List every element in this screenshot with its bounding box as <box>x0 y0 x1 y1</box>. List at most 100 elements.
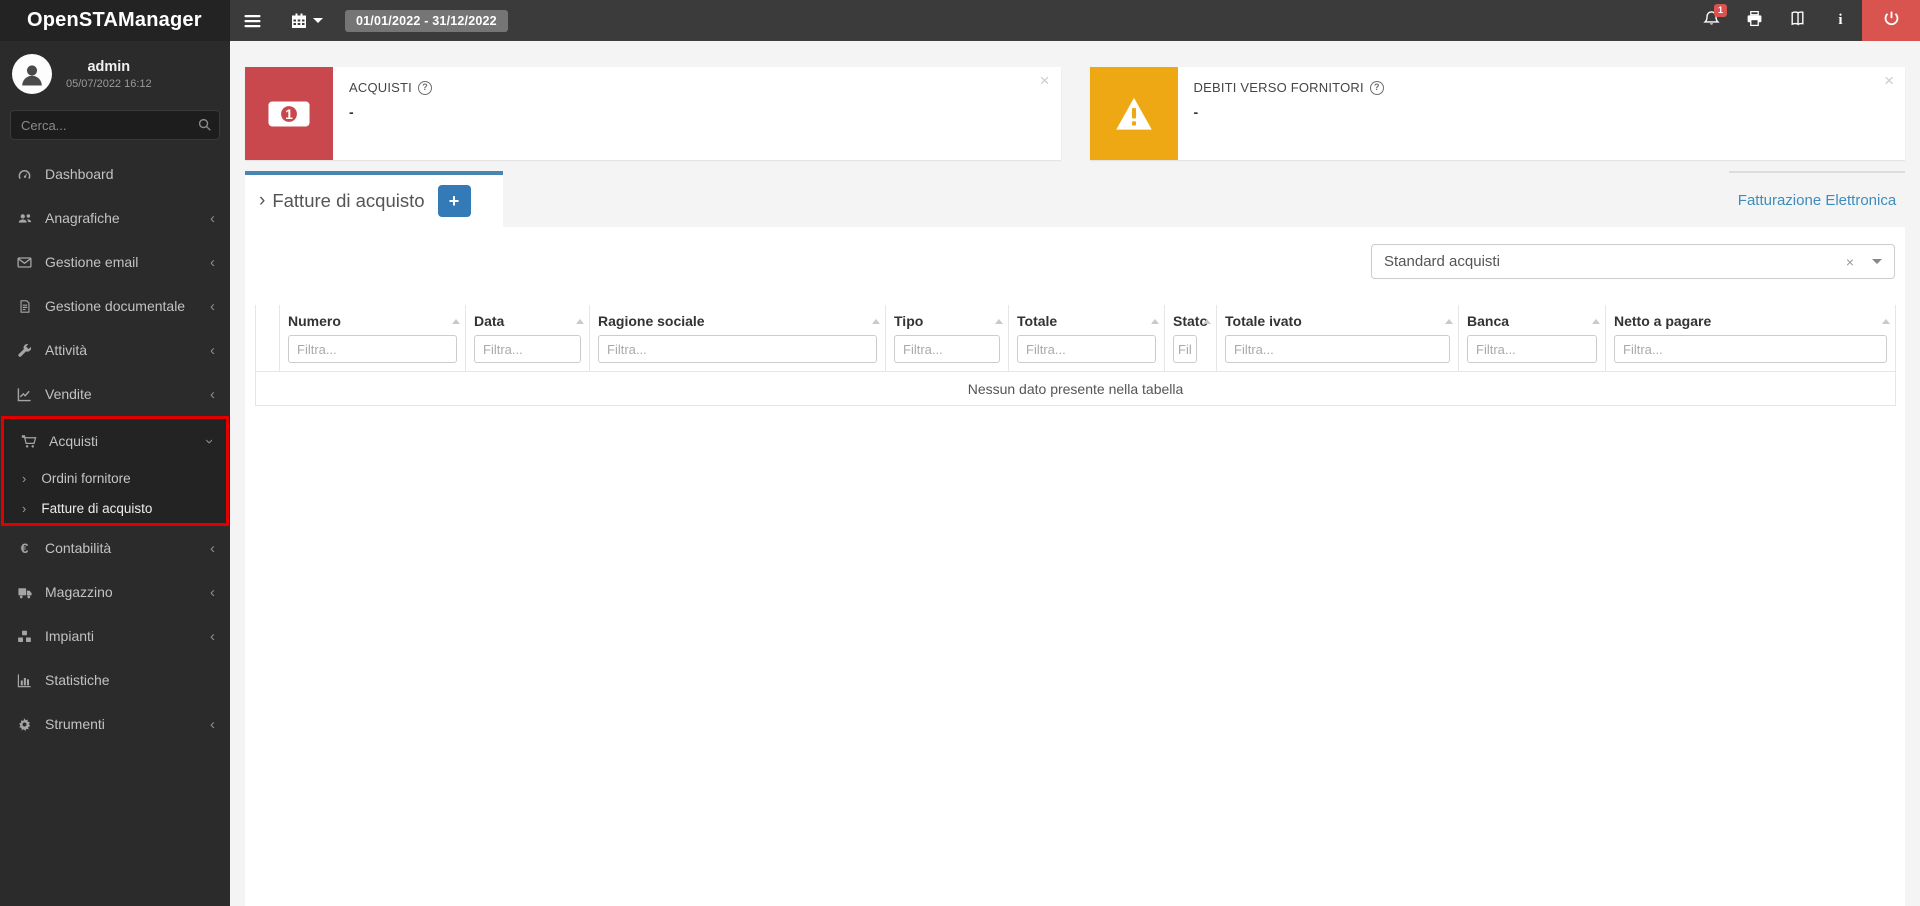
filter-input-stato[interactable] <box>1173 335 1197 364</box>
filter-input-ragione-sociale[interactable] <box>598 335 877 364</box>
column-header-ragione-sociale[interactable]: Ragione sociale <box>589 305 886 373</box>
column-header-numero[interactable]: Numero <box>279 305 466 373</box>
print-button[interactable] <box>1733 0 1776 41</box>
gear-icon <box>15 717 34 732</box>
docs-button[interactable] <box>1776 0 1819 41</box>
user-panel: admin 05/07/2022 16:12 <box>0 41 230 104</box>
envelope-icon <box>15 255 34 270</box>
sort-asc-icon[interactable] <box>1203 319 1211 324</box>
add-invoice-button[interactable]: + <box>437 185 471 217</box>
sidebar-item-vendite[interactable]: Vendite ‹ <box>0 372 230 416</box>
sidebar-item-magazzino[interactable]: Magazzino ‹ <box>0 570 230 614</box>
close-icon[interactable]: × <box>1040 71 1050 91</box>
empty-row: Nessun dato presente nella tabella <box>255 371 1896 407</box>
sidebar-item-label: Acquisti <box>49 433 99 449</box>
sidebar-item-label: Gestione email <box>45 254 139 270</box>
chevron-left-icon: ‹ <box>210 627 215 645</box>
info-button[interactable]: i <box>1819 0 1862 41</box>
filter-input-data[interactable] <box>474 335 581 364</box>
sidebar-item-gestione-documentale[interactable]: Gestione documentale ‹ <box>0 284 230 328</box>
sort-asc-icon[interactable] <box>995 319 1003 324</box>
notifications-button[interactable]: 1 <box>1690 0 1733 41</box>
date-picker-button[interactable] <box>275 0 329 41</box>
sidebar-item-label: Statistiche <box>45 672 110 688</box>
sidebar: admin 05/07/2022 16:12 Dashboard Anagraf… <box>0 41 230 906</box>
printer-icon <box>1746 10 1763 32</box>
money-bill-icon: 1 <box>245 67 333 160</box>
main-content: 1 ACQUISTI ? - × DEBITI VERSO FORNITORI … <box>230 41 1920 906</box>
sidebar-toggle-button[interactable] <box>230 0 275 41</box>
sidebar-item-impianti[interactable]: Impianti ‹ <box>0 614 230 658</box>
search-icon[interactable] <box>197 117 212 137</box>
sidebar-item-attivita[interactable]: Attività ‹ <box>0 328 230 372</box>
column-label: Data <box>474 313 505 329</box>
filter-input-numero[interactable] <box>288 335 457 364</box>
book-icon <box>1789 10 1806 32</box>
infobox-value: - <box>1193 104 1199 120</box>
sidebar-item-label: Contabilità <box>45 540 112 556</box>
column-label: Ragione sociale <box>598 313 705 329</box>
sidebar-search <box>10 110 220 140</box>
sidebar-item-acquisti[interactable]: Acquisti ‹ <box>4 419 226 463</box>
tab-fatturazione-elettronica[interactable]: Fatturazione Elettronica <box>1729 171 1905 227</box>
sidebar-item-strumenti[interactable]: Strumenti ‹ <box>0 702 230 746</box>
filter-input-netto-a-pagare[interactable] <box>1614 335 1887 364</box>
sort-asc-icon[interactable] <box>1882 319 1890 324</box>
sort-asc-icon[interactable] <box>1151 319 1159 324</box>
filter-input-totale-ivato[interactable] <box>1225 335 1450 364</box>
column-header-netto-a-pagare[interactable]: Netto a pagare <box>1605 305 1896 373</box>
sidebar-item-label: Anagrafiche <box>45 210 120 226</box>
column-header-banca[interactable]: Banca <box>1458 305 1606 373</box>
column-header-data[interactable]: Data <box>465 305 590 373</box>
logout-button[interactable] <box>1862 0 1920 41</box>
truck-icon <box>15 585 34 600</box>
column-header-totale[interactable]: Totale <box>1008 305 1165 373</box>
sort-asc-icon[interactable] <box>872 319 880 324</box>
chevron-left-icon: ‹ <box>210 341 215 359</box>
filter-input-tipo[interactable] <box>894 335 1000 364</box>
column-header-tipo[interactable]: Tipo <box>885 305 1009 373</box>
sidebar-item-statistiche[interactable]: Statistiche <box>0 658 230 702</box>
filter-input-banca[interactable] <box>1467 335 1597 364</box>
caret-down-icon <box>313 18 323 23</box>
sidebar-subitem-ordini-fornitore[interactable]: › Ordini fornitore <box>4 463 226 493</box>
avatar[interactable] <box>12 54 52 94</box>
sidebar-item-contabilita[interactable]: € Contabilità ‹ <box>0 526 230 570</box>
sort-asc-icon[interactable] <box>576 319 584 324</box>
caret-down-icon[interactable] <box>1872 259 1882 264</box>
search-input[interactable] <box>10 110 220 140</box>
sidebar-subitem-label: Fatture di acquisto <box>41 500 153 516</box>
close-icon[interactable]: × <box>1884 71 1894 91</box>
sidebar-item-anagrafiche[interactable]: Anagrafiche ‹ <box>0 196 230 240</box>
column-header-totale-ivato[interactable]: Totale ivato <box>1216 305 1459 373</box>
chevron-left-icon: ‹ <box>210 385 215 403</box>
page-title: Fatture di acquisto <box>272 190 425 211</box>
wrench-icon <box>15 343 34 358</box>
help-circle-icon[interactable]: ? <box>1369 80 1384 95</box>
plugin-select[interactable]: Standard acquisti × <box>1371 244 1895 279</box>
column-header-stato[interactable]: Stato <box>1164 305 1217 373</box>
tab-fatture-di-acquisto[interactable]: › Fatture di acquisto + <box>245 171 503 227</box>
sidebar-item-label: Vendite <box>45 386 92 402</box>
sort-asc-icon[interactable] <box>1592 319 1600 324</box>
sidebar-menu: Dashboard Anagrafiche ‹ Gestione email ‹… <box>0 152 230 746</box>
invoices-panel: Standard acquisti × Numero Filtra... Dat… <box>245 227 1905 906</box>
date-range-badge[interactable]: 01/01/2022 - 31/12/2022 <box>345 9 508 32</box>
shopping-cart-icon <box>19 434 38 449</box>
filter-input-totale[interactable] <box>1017 335 1156 364</box>
calendar-icon <box>291 13 307 29</box>
sidebar-item-label: Attività <box>45 342 88 358</box>
chevron-right-icon: › <box>22 500 27 516</box>
infobox-debiti-fornitori: DEBITI VERSO FORNITORI ? - × <box>1089 67 1905 160</box>
cubes-icon <box>15 629 34 644</box>
column-label: Banca <box>1467 313 1510 329</box>
help-circle-icon[interactable]: ? <box>418 80 432 95</box>
sidebar-item-gestione-email[interactable]: Gestione email ‹ <box>0 240 230 284</box>
bar-chart-icon <box>15 673 34 688</box>
sidebar-item-dashboard[interactable]: Dashboard <box>0 152 230 196</box>
sidebar-subitem-fatture-di-acquisto[interactable]: › Fatture di acquisto <box>4 493 226 523</box>
sort-asc-icon[interactable] <box>1445 319 1453 324</box>
sort-asc-icon[interactable] <box>452 319 460 324</box>
clear-icon[interactable]: × <box>1846 254 1854 270</box>
sidebar-item-label: Dashboard <box>45 166 114 182</box>
